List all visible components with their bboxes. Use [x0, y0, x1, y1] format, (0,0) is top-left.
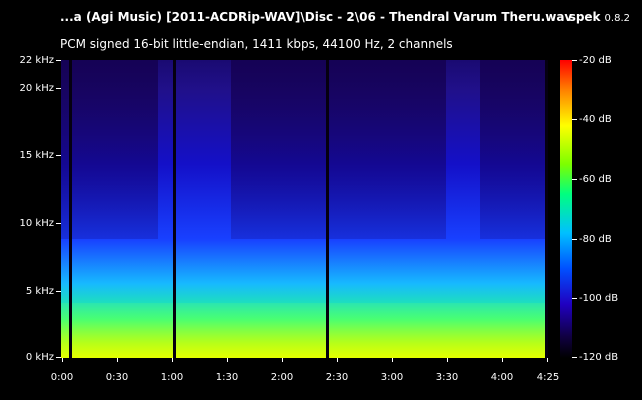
x-axis-label: 0:00 [50, 372, 74, 383]
x-axis-tick [502, 358, 503, 362]
db-scale-label: -20 dB [579, 55, 612, 66]
db-scale-label: -60 dB [579, 174, 612, 185]
spectrogram [61, 60, 548, 358]
db-scale-tick [572, 119, 577, 120]
app-name: spek [568, 10, 601, 24]
y-axis-tick [56, 155, 61, 156]
y-axis-tick [56, 291, 61, 292]
x-axis-label: 1:00 [160, 372, 184, 383]
x-axis-label: 2:00 [270, 372, 294, 383]
y-axis-label: 20 kHz [19, 83, 54, 94]
db-scale-label: -100 dB [579, 293, 619, 304]
audio-format-info: PCM signed 16-bit little-endian, 1411 kb… [60, 37, 453, 51]
x-axis-tick [62, 358, 63, 362]
spectrogram-low-band [61, 303, 548, 358]
y-axis-tick [56, 88, 61, 89]
db-scale-label: -40 dB [579, 114, 612, 125]
x-axis-label: 2:30 [325, 372, 349, 383]
x-axis-tick [392, 358, 393, 362]
x-axis-tick [172, 358, 173, 362]
x-axis-tick [227, 358, 228, 362]
spectrogram-gap [173, 60, 176, 358]
db-scale-tick [572, 60, 577, 61]
x-axis-label: 0:30 [105, 372, 129, 383]
spectrogram-gap [69, 60, 72, 358]
spectrogram-shade [61, 60, 159, 239]
x-axis-label: 3:30 [435, 372, 459, 383]
x-axis-label: 3:00 [380, 372, 404, 383]
db-scale-label: -80 dB [579, 234, 612, 245]
spectrogram-shade [231, 60, 446, 239]
y-axis-label: 0 kHz [25, 352, 54, 363]
x-axis-tick [282, 358, 283, 362]
x-axis-label: 4:00 [490, 372, 514, 383]
db-colorbar [560, 60, 572, 358]
x-axis-tick [547, 358, 548, 362]
spectrogram-gap [545, 60, 548, 358]
x-axis-tick [117, 358, 118, 362]
y-axis-tick [56, 223, 61, 224]
db-scale-label: -120 dB [579, 352, 619, 363]
db-scale-tick [572, 179, 577, 180]
spectrogram-shade [479, 60, 548, 239]
x-axis-tick [447, 358, 448, 362]
db-scale-tick [572, 357, 577, 358]
x-axis-tick [337, 358, 338, 362]
db-scale-tick [572, 298, 577, 299]
spectrogram-gap [326, 60, 329, 358]
db-scale-tick [572, 239, 577, 240]
y-axis-label: 22 kHz [19, 55, 54, 66]
y-axis-label: 15 kHz [19, 150, 54, 161]
x-axis-label: 4:25 [536, 372, 560, 383]
y-axis-label: 5 kHz [25, 286, 54, 297]
y-axis-tick [56, 60, 61, 61]
x-axis-label: 1:30 [215, 372, 239, 383]
app-version: 0.8.2 [604, 13, 630, 24]
app-brand: spek 0.8.2 [569, 10, 630, 24]
y-axis-tick [56, 357, 61, 358]
file-title: ...a (Agi Music) [2011-ACDRip-WAV]\Disc … [60, 10, 573, 24]
y-axis-label: 10 kHz [19, 218, 54, 229]
